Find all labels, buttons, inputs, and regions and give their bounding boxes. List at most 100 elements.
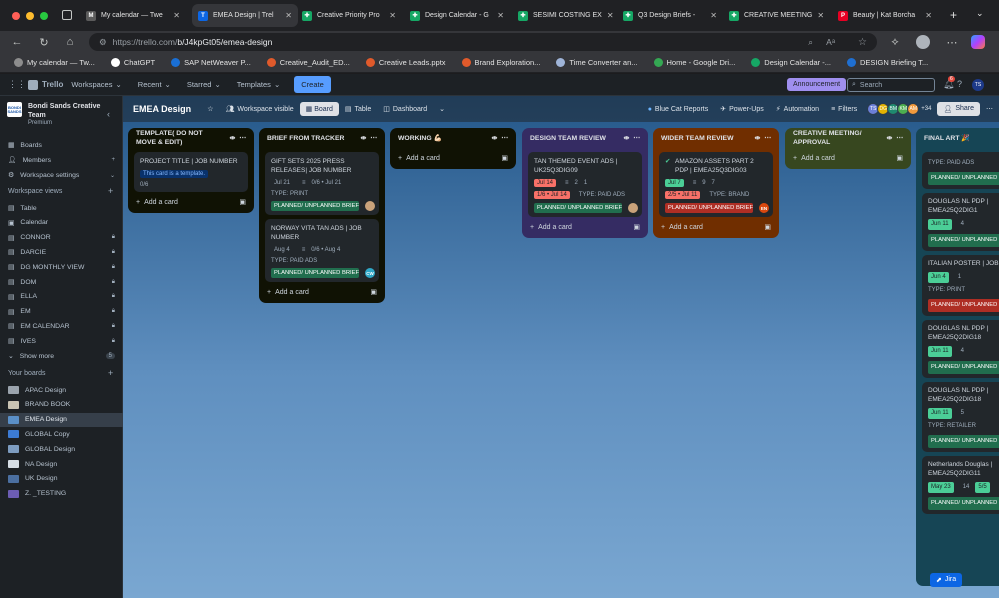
show-more-button[interactable]: ⌄ Show more 5 (0, 349, 123, 363)
collapse-list-icon[interactable]: ⇹ (887, 134, 893, 142)
list-title[interactable]: WIDER TEAM REVIEW (661, 134, 734, 143)
card[interactable]: PROJECT TITLE | JOB NUMBER This card is a… (134, 152, 248, 192)
zoom-window-button[interactable] (40, 12, 48, 20)
card[interactable]: DOUGLAS NL PDP | EMEA25Q2DIG18 Jun 11 4 PLA… (922, 320, 999, 378)
card[interactable]: TYPE: PAID ADS PLANNED/ UNPLANNED (922, 152, 999, 189)
automation-button[interactable]: ⚡︎ Automation (770, 105, 825, 114)
add-member-icon[interactable]: + (111, 157, 115, 163)
add-view-icon[interactable]: + (108, 186, 113, 196)
tab-close-icon[interactable]: ✕ (285, 11, 292, 20)
card[interactable]: NORWAY VITA TAN ADS | JOB NUMBER Aug 4 ≡ 0/… (265, 219, 379, 282)
card-member-avatar[interactable]: CW (365, 268, 375, 278)
card-label[interactable]: PLANNED/ UNPLANNED (928, 361, 999, 374)
browser-tab[interactable]: ✚ SESIMI COSTING EX ✕ (512, 4, 618, 27)
board-list[interactable]: CREATIVE MEETING/ APPROVAL ⇹ ⋯ + Add a card ▣ (785, 128, 911, 169)
filters-button[interactable]: ≡ Filters (825, 106, 863, 113)
card-member-avatar[interactable]: EN (759, 203, 769, 213)
bookmark-item[interactable]: SAP NetWeaver P... (165, 58, 257, 67)
board-members[interactable]: TS DG BM KM AM (867, 103, 920, 115)
bookmark-item[interactable]: Design Calendar -... (745, 58, 837, 67)
due-date-badge[interactable]: May 23 (928, 482, 954, 493)
card-label[interactable]: PLANNED/ UNPLANNED (928, 497, 999, 510)
tab-close-icon[interactable]: ✕ (817, 11, 824, 20)
list-title[interactable]: BRIEF FROM TRACKER (267, 134, 344, 143)
list-menu-icon[interactable]: ⋯ (896, 134, 903, 142)
board-list[interactable]: WIDER TEAM REVIEW ⇹ ⋯ ✔ AMAZON ASSETS PART 2… (653, 128, 779, 238)
create-from-template-icon[interactable]: ▣ (239, 198, 246, 206)
add-card-button[interactable]: + Add a card ▣ (785, 148, 911, 164)
sidebar-view-item[interactable]: ▤ ELLA 🔒︎ (0, 290, 123, 304)
list-menu-icon[interactable]: ⋯ (239, 134, 246, 142)
create-from-template-icon[interactable]: ▣ (370, 288, 377, 296)
list-title[interactable]: WORKING 💪🏻 (398, 134, 442, 143)
card-label[interactable]: PLANNED/ UNPLANNED BRIEF: UNP... (665, 203, 753, 213)
copilot-icon[interactable] (971, 35, 985, 49)
share-button[interactable]: 👤︎ Share (937, 102, 980, 116)
tab-close-icon[interactable]: ✕ (607, 11, 614, 20)
close-window-button[interactable] (12, 12, 20, 20)
add-card-button[interactable]: + Add a card ▣ (653, 217, 779, 233)
card[interactable]: TAN THEMED EVENT ADS | UK25Q3DIG09 Jul 14… (528, 152, 642, 217)
list-header[interactable]: CREATIVE MEETING/ APPROVAL ⇹ ⋯ (785, 128, 911, 148)
list-header[interactable]: FINAL ART 🎉⇹⋯ (916, 128, 999, 148)
due-date-badge[interactable]: Jul 7 (665, 179, 684, 187)
board-list[interactable]: FINAL ART 🎉⇹⋯ TYPE: PAID ADS PLANNED/ UNPL… (916, 128, 999, 586)
reload-icon[interactable]: ↻ (37, 35, 51, 49)
bookmark-item[interactable]: Creative Leads.pptx (360, 58, 452, 67)
card[interactable]: Netherlands Douglas | EMEA25Q2DIG11 May 2… (922, 456, 999, 514)
more-views-chevron-icon[interactable]: ⌄ (433, 105, 451, 113)
sidebar-members[interactable]: 👤︎ Members + (0, 153, 123, 167)
browser-tab[interactable]: P Beauty | Kat Borcha ✕ (832, 4, 938, 27)
sidebar-view-item[interactable]: ▤ Table (0, 201, 123, 215)
tab-close-icon[interactable]: ✕ (710, 11, 717, 20)
due-date-badge[interactable]: Jul 21 (271, 179, 293, 187)
read-aloud-icon[interactable]: Aᵃ (826, 37, 835, 47)
due-date-badge[interactable]: Jun 4 (928, 272, 949, 283)
collapse-list-icon[interactable]: ⇹ (624, 134, 630, 142)
visibility-button[interactable]: 👥︎ Workspace visible (219, 105, 299, 114)
member-avatar[interactable]: AM (907, 103, 920, 115)
list-header[interactable]: WIDER TEAM REVIEW ⇹ ⋯ (653, 128, 779, 148)
add-card-button[interactable]: + Add a card ▣ (522, 217, 648, 233)
list-menu-icon[interactable]: ⋯ (633, 134, 640, 142)
card-label[interactable]: PLANNED/ UNPLANNED (928, 172, 999, 185)
card[interactable]: ✔ AMAZON ASSETS PART 2 PDP | EMEA25Q3DIG0… (659, 152, 773, 217)
browser-tab[interactable]: T EMEA Design | Trel ✕ (192, 4, 298, 27)
powerups-button[interactable]: ✈︎ Power-Ups (714, 105, 770, 114)
announcement-button[interactable]: Announcement (787, 78, 847, 91)
sidebar-board-item[interactable]: GLOBAL Design (0, 442, 123, 456)
sidebar-workspace-settings[interactable]: ⚙ Workspace settings ⌄ (0, 168, 123, 182)
due-date-badge[interactable]: Jul 14 (534, 179, 557, 187)
card[interactable]: GIFT SETS 2025 PRESS RELEASES| JOB NUMBE… (265, 152, 379, 215)
sidebar-board-item[interactable]: GLOBAL Copy (0, 427, 123, 441)
list-title[interactable]: TEMPLATE( DO NOT MOVE & EDIT) (136, 129, 222, 147)
create-from-template-icon[interactable]: ▣ (501, 154, 508, 162)
sidebar-board-item[interactable]: EMEA Design (0, 412, 123, 427)
view-table-button[interactable]: ▤ Table (339, 105, 377, 114)
back-icon[interactable]: ← (10, 35, 24, 49)
bookmark-star-icon[interactable]: ☆ (858, 37, 867, 48)
collapse-list-icon[interactable]: ⇹ (755, 134, 761, 142)
card-label[interactable]: PLANNED/ UNPLANNED BRIEF: PLA... (534, 203, 622, 213)
board-list[interactable]: DESIGN TEAM REVIEW ⇹ ⋯ TAN THEMED EVENT ADS… (522, 128, 648, 238)
browser-tab[interactable]: ✚ Q3 Design Briefs - ✕ (617, 4, 723, 27)
card[interactable]: DOUGLAS NL PDP | EMEA25Q2DIG1 Jun 11 4 PLAN… (922, 193, 999, 251)
user-avatar[interactable]: TS (972, 79, 984, 91)
tab-close-icon[interactable]: ✕ (925, 11, 932, 20)
card-label[interactable]: PLANNED/ UNPLANNED (928, 435, 999, 448)
list-menu-icon[interactable]: ⋯ (370, 134, 377, 142)
list-header[interactable]: DESIGN TEAM REVIEW ⇹ ⋯ (522, 128, 648, 148)
sidebar-view-item[interactable]: ▤ CONNOR 🔒︎ (0, 231, 123, 245)
due-date-badge[interactable]: Jun 11 (928, 346, 952, 357)
add-card-button[interactable]: + Add a card ▣ (259, 282, 385, 298)
trello-logo[interactable]: Trello (28, 79, 63, 90)
sidebar-board-item[interactable]: NA Design (0, 457, 123, 471)
sidebar-board-item[interactable]: Z. _TESTING (0, 487, 123, 501)
list-menu-icon[interactable]: ⋯ (501, 134, 508, 142)
due-date-badge[interactable]: Jun 11 (928, 219, 952, 230)
browser-tab[interactable]: ✚ CREATIVE MEETING ✕ (723, 4, 829, 27)
bookmark-item[interactable]: Brand Exploration... (456, 58, 547, 67)
extra-members-count[interactable]: +34 (921, 106, 931, 112)
chevron-down-icon[interactable]: ⌄ (110, 172, 115, 179)
list-header[interactable]: TEMPLATE( DO NOT MOVE & EDIT) ⇹ ⋯ (128, 128, 254, 148)
